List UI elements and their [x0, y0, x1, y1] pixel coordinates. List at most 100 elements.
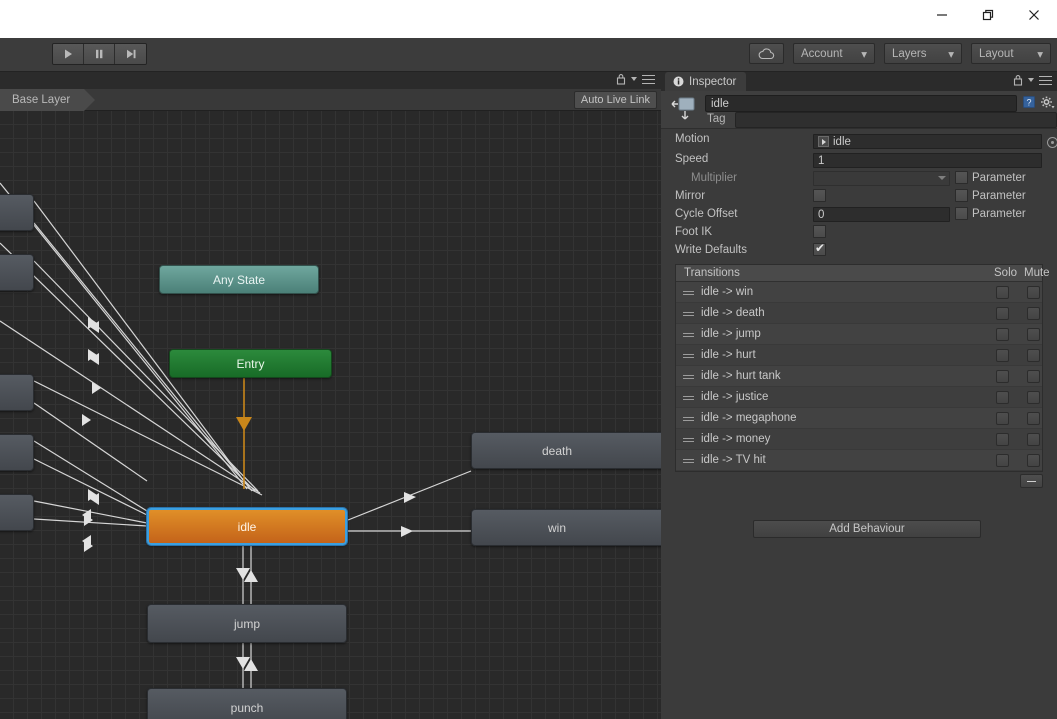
speed-input[interactable]: 1 — [813, 153, 1042, 168]
hamburger-menu-icon[interactable] — [1039, 75, 1052, 85]
transition-mute-checkbox[interactable] — [1027, 370, 1040, 383]
transition-solo-checkbox[interactable] — [996, 433, 1009, 446]
lock-icon[interactable] — [616, 73, 626, 85]
motion-object-picker-icon[interactable] — [1047, 137, 1057, 148]
auto-live-link-button[interactable]: Auto Live Link — [573, 91, 657, 109]
transition-mute-checkbox[interactable] — [1027, 391, 1040, 404]
maximize-button[interactable] — [965, 0, 1011, 30]
mirror-checkbox[interactable] — [813, 189, 826, 202]
transition-mute-checkbox[interactable] — [1027, 286, 1040, 299]
transition-row[interactable]: idle -> hurt — [676, 345, 1042, 366]
drag-handle-icon[interactable] — [683, 375, 694, 379]
chevron-down-icon[interactable] — [631, 77, 637, 81]
transition-row[interactable]: idle -> jump — [676, 324, 1042, 345]
pause-button[interactable] — [84, 44, 115, 64]
property-row-cycle-offset: Cycle Offset 0 Parameter — [661, 206, 1057, 224]
state-node-entry[interactable]: Entry — [169, 349, 332, 378]
remove-transition-button[interactable] — [1020, 474, 1043, 488]
drag-handle-icon[interactable] — [683, 333, 694, 337]
step-button[interactable] — [115, 44, 146, 64]
gear-icon[interactable] — [1040, 95, 1055, 109]
transition-solo-checkbox[interactable] — [996, 349, 1009, 362]
transition-name: idle -> win — [701, 286, 754, 298]
transition-row[interactable]: idle -> TV hit — [676, 450, 1042, 471]
transition-solo-checkbox[interactable] — [996, 370, 1009, 383]
state-machine-graph[interactable]: Any State Entry idle jump punch death wi… — [0, 111, 661, 719]
state-name-input[interactable]: idle — [705, 95, 1017, 112]
close-button[interactable] — [1011, 0, 1057, 30]
transition-solo-checkbox[interactable] — [996, 328, 1009, 341]
transition-mute-checkbox[interactable] — [1027, 433, 1040, 446]
motion-object-field[interactable]: idle — [813, 134, 1042, 149]
layout-label: Layout — [979, 47, 1014, 60]
minimize-button[interactable] — [919, 0, 965, 30]
transition-row[interactable]: idle -> death — [676, 303, 1042, 324]
drag-handle-icon[interactable] — [683, 396, 694, 400]
chevron-down-icon — [938, 176, 946, 180]
transition-row[interactable]: idle -> megaphone — [676, 408, 1042, 429]
state-node-idle[interactable]: idle — [147, 508, 347, 545]
tag-input[interactable] — [735, 112, 1057, 128]
chevron-down-icon[interactable] — [1028, 78, 1034, 82]
tab-inspector-label: Inspector — [689, 75, 737, 88]
transition-mute-checkbox[interactable] — [1027, 349, 1040, 362]
help-book-icon[interactable]: ? — [1022, 95, 1036, 109]
state-name-block: idle Tag ? — [661, 91, 1057, 129]
drag-handle-icon[interactable] — [683, 438, 694, 442]
state-node-punch[interactable]: punch — [147, 688, 347, 719]
play-button[interactable] — [53, 44, 84, 64]
cycle-offset-value: 0 — [818, 208, 825, 221]
state-node-death[interactable]: death — [471, 432, 661, 469]
offscreen-state-node[interactable] — [0, 254, 34, 291]
state-node-win[interactable]: win — [471, 509, 661, 546]
transition-mute-checkbox[interactable] — [1027, 412, 1040, 425]
animation-clip-icon — [818, 136, 829, 147]
offscreen-state-node[interactable] — [0, 194, 34, 231]
animator-window: Base Layer Auto Live Link Any State Entr… — [0, 72, 661, 719]
cycle-offset-parameter-checkbox[interactable] — [955, 207, 968, 220]
add-behaviour-button[interactable]: Add Behaviour — [753, 520, 981, 538]
offscreen-state-node[interactable] — [0, 374, 34, 411]
transition-mute-checkbox[interactable] — [1027, 307, 1040, 320]
cycle-offset-input[interactable]: 0 — [813, 207, 950, 222]
cycle-offset-parameter-label: Parameter — [972, 208, 1026, 220]
transition-solo-checkbox[interactable] — [996, 391, 1009, 404]
transition-solo-checkbox[interactable] — [996, 412, 1009, 425]
hamburger-menu-icon[interactable] — [642, 74, 655, 84]
transition-row[interactable]: idle -> justice — [676, 387, 1042, 408]
multiplier-parameter-checkbox[interactable] — [955, 171, 968, 184]
breadcrumb[interactable]: Base Layer — [0, 89, 96, 111]
transition-mute-checkbox[interactable] — [1027, 454, 1040, 467]
drag-handle-icon[interactable] — [683, 459, 694, 463]
state-node-any-state[interactable]: Any State — [159, 265, 319, 294]
multiplier-label: Multiplier — [691, 172, 738, 184]
transition-name: idle -> TV hit — [701, 454, 766, 466]
transition-row[interactable]: idle -> win — [676, 282, 1042, 303]
cloud-button[interactable] — [749, 43, 784, 64]
arrowheads — [82, 317, 101, 552]
drag-handle-icon[interactable] — [683, 312, 694, 316]
mirror-parameter-checkbox[interactable] — [955, 189, 968, 202]
transition-row[interactable]: idle -> hurt tank — [676, 366, 1042, 387]
layers-dropdown[interactable]: Layers ▾ — [884, 43, 962, 64]
tab-inspector[interactable]: Inspector — [665, 72, 747, 91]
mirror-label: Mirror — [675, 190, 706, 202]
lock-icon[interactable] — [1013, 74, 1023, 86]
multiplier-dropdown[interactable] — [813, 171, 950, 186]
transition-mute-checkbox[interactable] — [1027, 328, 1040, 341]
write-defaults-checkbox[interactable] — [813, 241, 826, 256]
drag-handle-icon[interactable] — [683, 291, 694, 295]
transition-solo-checkbox[interactable] — [996, 454, 1009, 467]
state-node-jump[interactable]: jump — [147, 604, 347, 643]
transition-solo-checkbox[interactable] — [996, 286, 1009, 299]
account-dropdown[interactable]: Account ▾ — [793, 43, 875, 64]
transition-row[interactable]: idle -> money — [676, 429, 1042, 450]
write-defaults-label: Write Defaults — [675, 244, 748, 256]
offscreen-state-node[interactable] — [0, 494, 34, 531]
foot-ik-checkbox[interactable] — [813, 225, 826, 238]
transition-solo-checkbox[interactable] — [996, 307, 1009, 320]
offscreen-state-node[interactable] — [0, 434, 34, 471]
layout-dropdown[interactable]: Layout ▾ — [971, 43, 1051, 64]
drag-handle-icon[interactable] — [683, 417, 694, 421]
drag-handle-icon[interactable] — [683, 354, 694, 358]
